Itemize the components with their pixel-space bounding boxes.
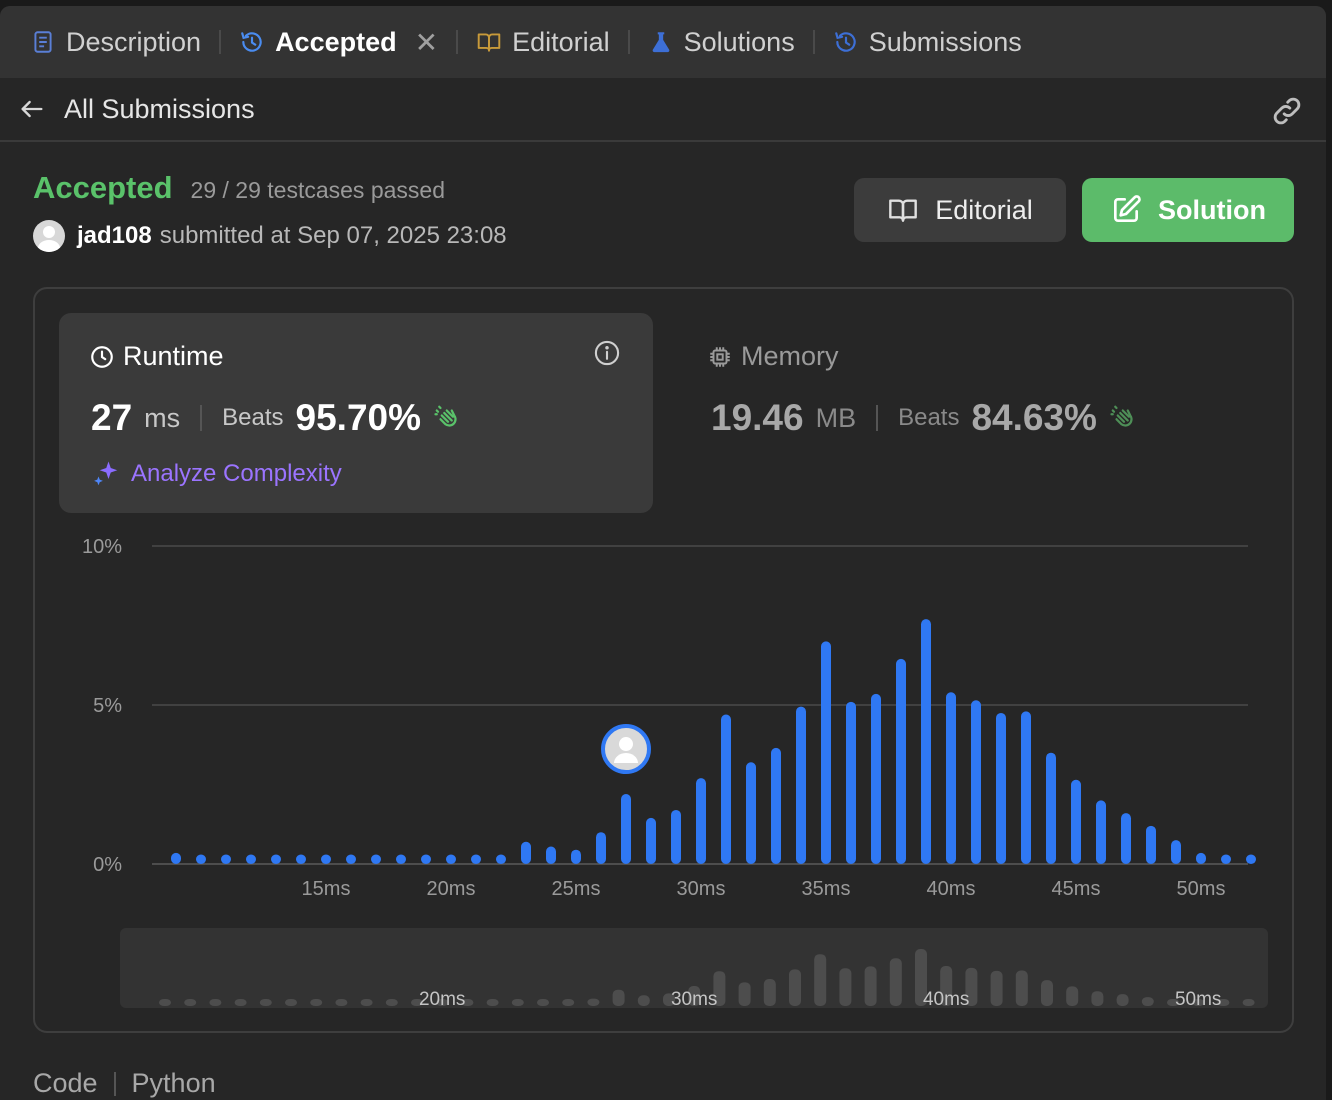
- overview-bar: [990, 970, 1003, 1006]
- overview-bar: [587, 998, 600, 1006]
- overview-bar: [864, 966, 877, 1006]
- overview-bar: [889, 958, 902, 1006]
- overview-bar: [738, 982, 751, 1006]
- overview-bar: [839, 968, 852, 1006]
- user-marker-head: [619, 737, 633, 752]
- divider: [113, 1071, 116, 1096]
- bar[interactable]: [246, 854, 256, 864]
- bar[interactable]: [1021, 711, 1031, 864]
- overview-tick-label: 40ms: [923, 989, 969, 1010]
- bar[interactable]: [871, 693, 881, 864]
- overview-bar: [1242, 999, 1255, 1006]
- overview-bar: [259, 999, 272, 1006]
- bar[interactable]: [1146, 825, 1156, 864]
- overview-tick-label: 20ms: [419, 989, 465, 1010]
- overview-bar: [360, 999, 373, 1006]
- bar[interactable]: [1196, 852, 1206, 864]
- overview-bar: [1041, 980, 1053, 1006]
- x-tick-label: 50ms: [1177, 878, 1226, 900]
- overview-bar: [637, 995, 650, 1006]
- bar[interactable]: [521, 841, 531, 864]
- x-tick-label: 40ms: [927, 878, 976, 900]
- runtime-distribution-chart: 0% 5% 10% 15ms 20ms 25ms 30ms 35ms 40ms 45ms 50ms 2…: [82, 536, 1268, 1010]
- bar[interactable]: [621, 794, 631, 864]
- y-tick-label: 0%: [93, 854, 122, 876]
- overview-bar: [1015, 970, 1028, 1006]
- bar[interactable]: [996, 712, 1006, 864]
- bar[interactable]: [346, 854, 356, 864]
- overview-bar: [814, 954, 827, 1006]
- language-label[interactable]: Python: [132, 1068, 216, 1099]
- overview-tick-label: 30ms: [671, 989, 717, 1010]
- overview-bar: [1091, 991, 1104, 1006]
- bar[interactable]: [646, 817, 656, 864]
- bar[interactable]: [571, 849, 581, 864]
- bar[interactable]: [971, 700, 981, 864]
- overview-bar: [159, 999, 171, 1006]
- x-tick-label: 20ms: [427, 878, 476, 900]
- overview-bar: [511, 999, 524, 1006]
- overview-bar: [335, 999, 348, 1006]
- overview-bar: [234, 999, 247, 1006]
- bar[interactable]: [596, 832, 606, 864]
- bar[interactable]: [1046, 752, 1056, 864]
- overview-bar: [1116, 994, 1129, 1006]
- x-tick-label: 45ms: [1052, 878, 1101, 900]
- bar[interactable]: [546, 846, 556, 864]
- overview-bar: [537, 999, 549, 1006]
- overview-tick-label: 50ms: [1175, 989, 1221, 1010]
- bar[interactable]: [1246, 854, 1256, 864]
- bar[interactable]: [1096, 800, 1106, 864]
- bar[interactable]: [771, 747, 781, 864]
- bar[interactable]: [846, 701, 856, 864]
- overview-bar: [310, 999, 323, 1006]
- bar[interactable]: [396, 854, 406, 864]
- overview-bar: [612, 989, 625, 1006]
- overview-bar: [763, 978, 776, 1006]
- x-tick-label: 35ms: [802, 878, 851, 900]
- bar[interactable]: [1071, 779, 1081, 864]
- submission-panel: Description Accepted ✕ Editorial Solutio…: [0, 6, 1326, 1100]
- bar[interactable]: [921, 619, 931, 864]
- x-tick-label: 15ms: [302, 878, 351, 900]
- overview-bar: [562, 999, 575, 1006]
- y-tick-label: 10%: [82, 536, 122, 558]
- overview-bar: [1141, 997, 1154, 1006]
- bar[interactable]: [946, 692, 956, 864]
- bar[interactable]: [746, 762, 756, 864]
- overview-bar: [385, 999, 398, 1006]
- bar[interactable]: [321, 854, 331, 864]
- overview-bar: [184, 999, 197, 1006]
- overview-bar: [486, 999, 499, 1006]
- bar[interactable]: [1221, 854, 1231, 864]
- x-tick-label: 25ms: [552, 878, 601, 900]
- bar[interactable]: [796, 706, 806, 864]
- overview-bar: [209, 999, 222, 1006]
- bar[interactable]: [296, 854, 306, 864]
- bar[interactable]: [471, 854, 481, 864]
- bar[interactable]: [821, 641, 831, 864]
- bar[interactable]: [1121, 813, 1131, 864]
- bar[interactable]: [221, 854, 231, 864]
- bar[interactable]: [496, 854, 506, 864]
- bar[interactable]: [446, 854, 456, 864]
- bar[interactable]: [421, 854, 431, 864]
- bar[interactable]: [196, 854, 206, 864]
- bar[interactable]: [171, 852, 181, 864]
- x-tick-label: 30ms: [677, 878, 726, 900]
- overview-bar: [285, 999, 297, 1006]
- bar[interactable]: [671, 809, 681, 864]
- overview-bar: [1066, 986, 1079, 1006]
- y-tick-label: 5%: [93, 695, 122, 717]
- overview-bar: [789, 969, 801, 1006]
- bar[interactable]: [1171, 840, 1181, 864]
- code-label: Code: [33, 1068, 98, 1098]
- bar[interactable]: [696, 778, 706, 864]
- bar[interactable]: [896, 658, 906, 864]
- bar[interactable]: [271, 854, 281, 864]
- bar[interactable]: [371, 854, 381, 864]
- code-header: Code Python: [33, 1068, 216, 1099]
- bar[interactable]: [721, 714, 731, 864]
